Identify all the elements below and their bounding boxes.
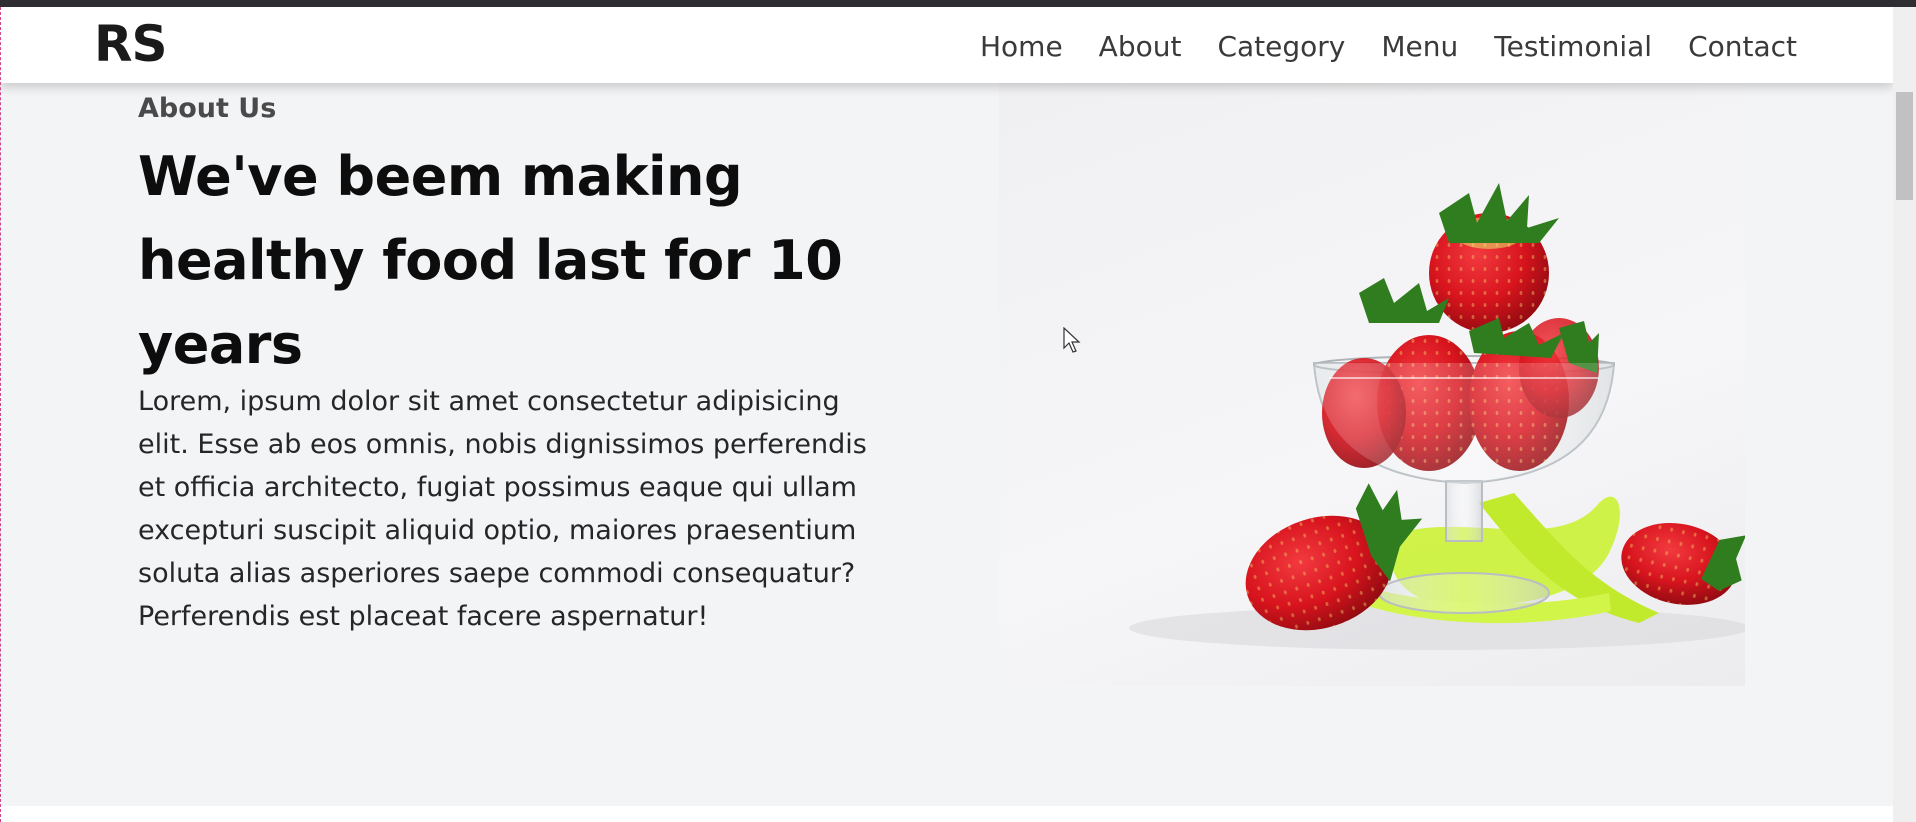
nav-testimonial[interactable]: Testimonial (1494, 31, 1652, 63)
nav-category[interactable]: Category (1217, 31, 1345, 63)
browser-top-strip (0, 0, 1916, 7)
debug-guide-line (0, 7, 2, 822)
page-scrollbar[interactable] (1893, 7, 1916, 822)
about-paragraph: Lorem, ipsum dolor sit amet consectetur … (138, 386, 867, 632)
nav-about[interactable]: About (1099, 31, 1182, 63)
site-header: RS Home About Category Menu Testimonial … (0, 7, 1893, 83)
strawberries-image (999, 83, 1745, 686)
nav-home[interactable]: Home (980, 31, 1063, 63)
mouse-cursor-icon (1063, 327, 1081, 353)
nav-contact[interactable]: Contact (1688, 31, 1797, 63)
nav-menu[interactable]: Menu (1381, 31, 1458, 63)
next-section-edge (0, 806, 1893, 822)
brand-logo[interactable]: RS (94, 19, 168, 69)
section-eyebrow: About Us (138, 93, 277, 124)
about-headline: We've beem making healthy food last for … (138, 145, 843, 376)
main-nav: Home About Category Menu Testimonial Con… (980, 31, 1797, 63)
about-section: About Us We've beem making healthy food … (0, 83, 1893, 806)
scrollbar-thumb[interactable] (1896, 92, 1913, 200)
